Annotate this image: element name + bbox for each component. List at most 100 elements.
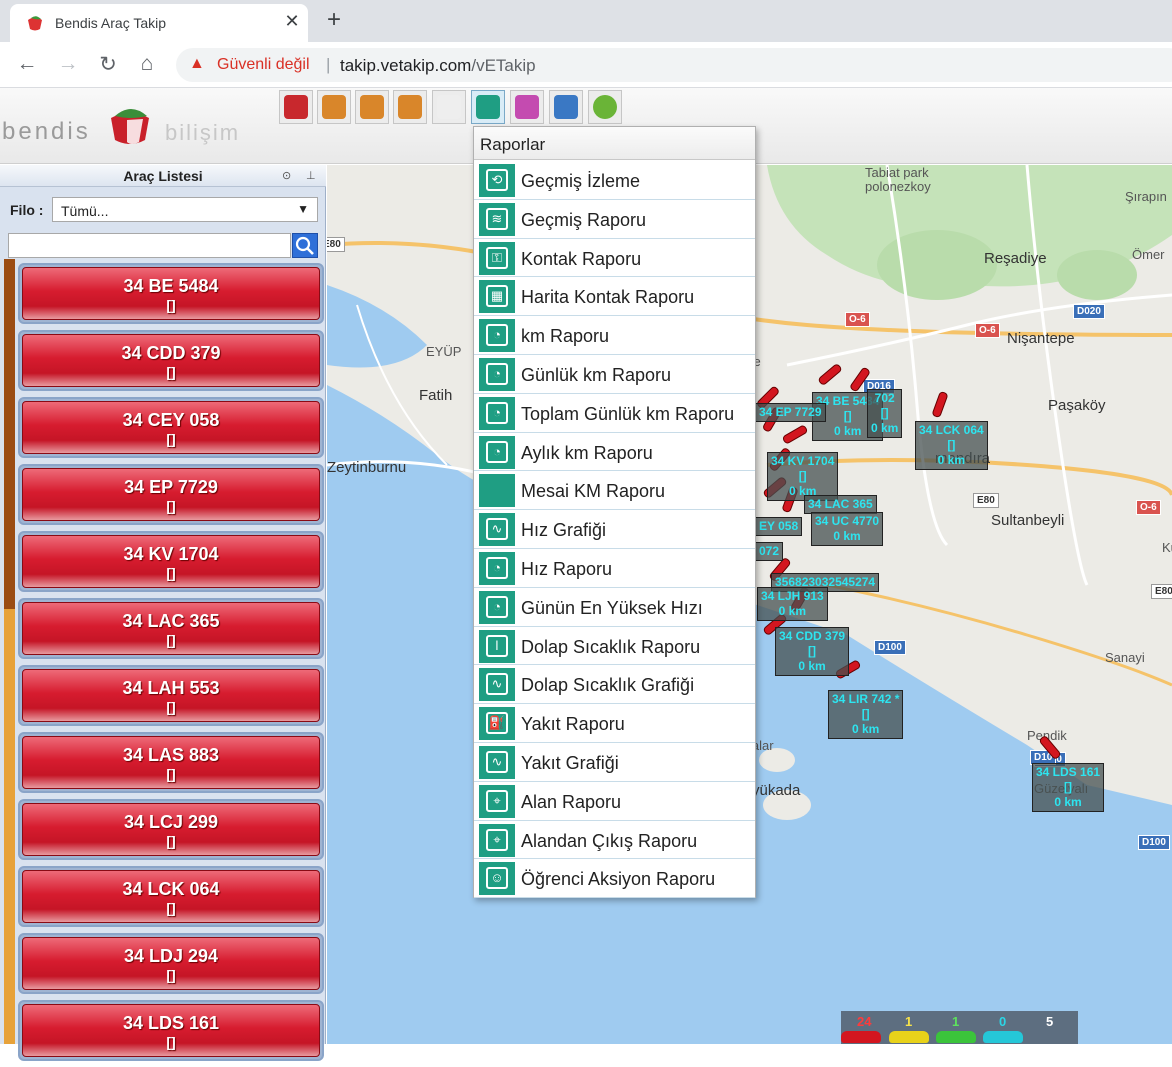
menu-item[interactable]: ⟲ Geçmiş İzleme (474, 161, 755, 200)
menu-item-label: Geçmiş Raporu (521, 209, 647, 230)
driver-button[interactable] (393, 90, 427, 124)
search-button[interactable] (292, 233, 318, 258)
vehicle-subtext: [] (166, 766, 176, 782)
vehicle-list-item[interactable]: 34 KV 1704[] (18, 531, 324, 592)
map-place-label: polonezkoy (865, 179, 931, 194)
icon-glyph: ∿ (486, 673, 508, 696)
vehicle-list-item[interactable]: 34 EP 7729[] (18, 464, 324, 525)
menu-item[interactable]: ◔ Günlük km Raporu (474, 355, 755, 394)
vehicle-list-item[interactable]: 34 LDJ 294[] (18, 933, 324, 994)
vehicle-map-label[interactable]: 702 [] 0 km (867, 389, 903, 438)
vehicle-plate: 34 LAS 883 (122, 745, 220, 765)
vehicle-list-item[interactable]: 34 LAC 365[] (18, 598, 324, 659)
vehicle-list-item[interactable]: 34 LAS 883[] (18, 732, 324, 793)
vehicle-map-label[interactable]: EY 058 (755, 517, 803, 536)
map-place-label: Tabiat park (865, 165, 929, 180)
fuel-chart-icon: ∿ (479, 745, 515, 779)
vehicle-list-item[interactable]: 34 LCJ 299[] (18, 799, 324, 860)
status-count: 1 (905, 1014, 913, 1029)
filo-select[interactable]: Tümü... ▼ (52, 197, 318, 222)
browser-tab[interactable]: Bendis Araç Takip ✕ (10, 4, 308, 42)
map-place-label: Nişantepe (1007, 330, 1075, 347)
menu-item-label: Toplam Günlük km Raporu (521, 403, 735, 424)
tools-button[interactable] (317, 90, 351, 124)
vehicle-map-label[interactable]: 34 LJH 913 0 km (757, 587, 828, 621)
menu-item[interactable]: ⌖ Alan Raporu (474, 782, 755, 821)
vehicle-list-item[interactable]: 34 CDD 379[] (18, 330, 324, 391)
url-omnibox[interactable]: ▲ Güvenli değil | takip.vetakip.com/vETa… (176, 48, 1172, 82)
menu-item[interactable]: ☺ Öğrenci Aksiyon Raporu (474, 859, 755, 899)
map-place-label: yükada (752, 782, 801, 799)
vehicle-map-label[interactable]: 34 CDD 379 [] 0 km (775, 627, 850, 676)
icon-glyph: ◔ (486, 362, 508, 385)
dropdown-arrow-icon: ▼ (297, 202, 309, 216)
menu-item[interactable]: Mesai KM Raporu (474, 471, 755, 511)
tools-icon (322, 95, 346, 119)
map-button[interactable] (355, 90, 389, 124)
road-badge: E80 (973, 493, 999, 508)
alarm-button[interactable] (510, 90, 544, 124)
id-card-button[interactable] (549, 90, 583, 124)
menu-item-label: Hız Grafiği (521, 520, 607, 541)
reload-icon[interactable]: ↻ (96, 52, 120, 77)
panel-pin-icon[interactable]: ⊥ (306, 169, 316, 182)
thermometer-icon: ǀ (479, 629, 515, 663)
tab-close-icon[interactable]: ✕ (282, 11, 302, 32)
vehicle-map-label[interactable]: 34 KV 1704 [] 0 km (767, 452, 839, 501)
menu-item[interactable]: ▦ Harita Kontak Raporu (474, 277, 755, 317)
vehicle-subtext: [] (166, 900, 176, 916)
settings-gear-button[interactable] (588, 90, 622, 124)
home-icon[interactable]: ⌂ (135, 52, 159, 76)
vehicle-list-item[interactable]: 34 LCK 064[] (18, 866, 324, 927)
menu-title: Raporlar (474, 127, 755, 160)
settings-gear-icon (593, 95, 617, 119)
favicon-icon (28, 16, 42, 31)
vehicle-map-label[interactable]: 34 UC 4770 0 km (811, 512, 884, 546)
menu-item[interactable]: ≋ Geçmiş Raporu (474, 200, 755, 239)
vehicle-list-item[interactable]: 34 BE 5484[] (18, 263, 324, 324)
menu-item[interactable]: ⚿ Kontak Raporu (474, 239, 755, 278)
menu-item[interactable]: ◔ Toplam Günlük km Raporu (474, 394, 755, 433)
security-status[interactable]: Güvenli değil (217, 56, 310, 74)
map-ignition-icon: ▦ (479, 280, 515, 314)
vehicle-map-label[interactable]: 34 LIR 742 * [] 0 km (828, 690, 904, 739)
panel-collapse-icon[interactable]: ⊙ (282, 169, 291, 182)
forward-icon[interactable]: → (56, 52, 80, 76)
reports-button[interactable] (471, 90, 505, 124)
menu-item[interactable]: ∿ Dolap Sıcaklık Grafiği (474, 665, 755, 705)
vehicle-search-input[interactable] (8, 233, 291, 258)
menu-item[interactable]: ⌖ Alandan Çıkış Raporu (474, 821, 755, 860)
menu-item-label: Alan Raporu (521, 791, 622, 812)
back-icon[interactable]: ← (15, 52, 39, 76)
new-tab-button[interactable]: + (327, 6, 341, 34)
vehicle-button[interactable] (279, 90, 313, 124)
vehicle-map-label[interactable]: 34 LDS 161 [] 0 km (1032, 763, 1105, 812)
menu-item[interactable]: ∿ Yakıt Grafiği (474, 743, 755, 782)
vehicle-plate: 34 LCJ 299 (123, 812, 219, 832)
vehicle-plate: 34 CDD 379 (121, 343, 221, 363)
warning-icon[interactable]: ▲ (189, 55, 205, 73)
vehicle-list-item[interactable]: 34 CEY 058[] (18, 397, 324, 458)
vehicle-list-item[interactable]: 34 LDS 161[] (18, 1000, 324, 1061)
menu-item-label: Günlük km Raporu (521, 364, 672, 385)
menu-item[interactable]: ◔ Aylık km Raporu (474, 433, 755, 472)
menu-item[interactable]: ⛽ Yakıt Raporu (474, 704, 755, 743)
menu-item[interactable]: ◔ km Raporu (474, 316, 755, 355)
road-badge: E80 (327, 237, 345, 252)
menu-item[interactable]: ǀ Dolap Sıcaklık Raporu (474, 627, 755, 666)
url-text[interactable]: takip.vetakip.com/vETakip (340, 56, 536, 76)
menu-item-label: Hız Raporu (521, 558, 613, 579)
vehicle-map-label[interactable]: 072 (755, 542, 784, 561)
menu-item[interactable]: ◔ Hız Raporu (474, 549, 755, 588)
vehicle-list-item[interactable]: 34 LAH 553[] (18, 665, 324, 726)
vehicle-map-label[interactable]: 34 EP 7729 (755, 403, 826, 422)
vehicle-subtext: [] (166, 364, 176, 380)
icon-glyph: ∿ (486, 750, 508, 773)
menu-item-label: Günün En Yüksek Hızı (521, 597, 703, 618)
menu-item[interactable]: ◔ Günün En Yüksek Hızı (474, 588, 755, 627)
km-report-icon: ◔ (479, 319, 515, 353)
list-scroll-thumb[interactable] (4, 259, 15, 609)
blank-button[interactable] (432, 90, 466, 124)
vehicle-map-label[interactable]: 34 LCK 064 [] 0 km (915, 421, 988, 470)
menu-item[interactable]: ∿ Hız Grafiği (474, 510, 755, 549)
